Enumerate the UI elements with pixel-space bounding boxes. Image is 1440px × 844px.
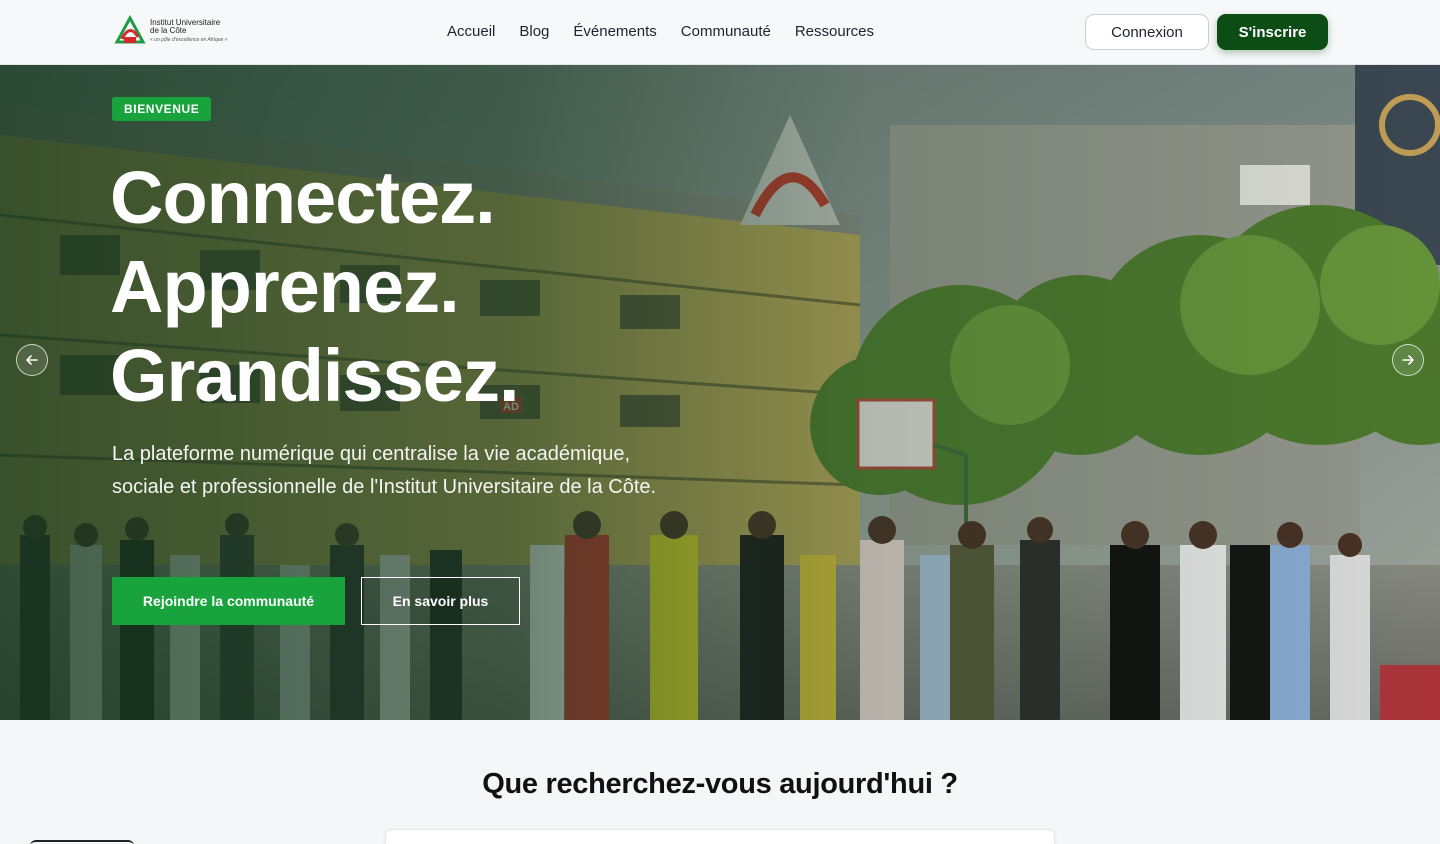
search-panel[interactable] <box>385 829 1055 844</box>
carousel-next-button[interactable] <box>1392 344 1424 376</box>
logo-tagline: « un pôle d'excellence en Afrique » <box>150 36 228 43</box>
logo-emblem-icon <box>114 14 146 47</box>
logo-text: Institut Universitaire de la Côte « un p… <box>150 18 228 44</box>
carousel-prev-button[interactable] <box>16 344 48 376</box>
headline-line-3: Grandissez. <box>110 334 520 417</box>
arrow-left-icon <box>26 355 38 365</box>
learn-more-button[interactable]: En savoir plus <box>361 577 520 625</box>
headline-line-2: Apprenez. <box>110 245 460 328</box>
arrow-right-icon <box>1402 355 1414 365</box>
nav-link-blog[interactable]: Blog <box>519 22 549 42</box>
welcome-badge: BIENVENUE <box>112 97 212 121</box>
hero-subtitle: La plateforme numérique qui centralise l… <box>112 443 657 498</box>
nav-link-evenements[interactable]: Événements <box>573 22 656 42</box>
headline-line-1: Connectez. <box>110 156 496 239</box>
join-community-button[interactable]: Rejoindre la communauté <box>112 577 345 625</box>
nav-link-ressources[interactable]: Ressources <box>795 22 874 42</box>
search-section-title: Que recherchez-vous aujourd'hui ? <box>482 768 958 800</box>
hero-carousel: AD BIENVENUE Connectez. A <box>0 65 1440 720</box>
nav-link-communaute[interactable]: Communauté <box>681 22 771 42</box>
hero-headline: Connectez. Apprenez. Grandissez. <box>110 153 520 420</box>
floating-widget[interactable] <box>30 840 134 844</box>
main-nav: Accueil Blog Événements Communauté Resso… <box>447 22 898 42</box>
site-header: Institut Universitaire de la Côte « un p… <box>0 0 1440 65</box>
signup-button[interactable]: S'inscrire <box>1217 14 1328 50</box>
institute-logo[interactable]: Institut Universitaire de la Côte « un p… <box>114 14 234 48</box>
logo-line-2: de la Côte <box>150 25 187 35</box>
login-button[interactable]: Connexion <box>1085 14 1209 50</box>
nav-link-accueil[interactable]: Accueil <box>447 22 495 42</box>
